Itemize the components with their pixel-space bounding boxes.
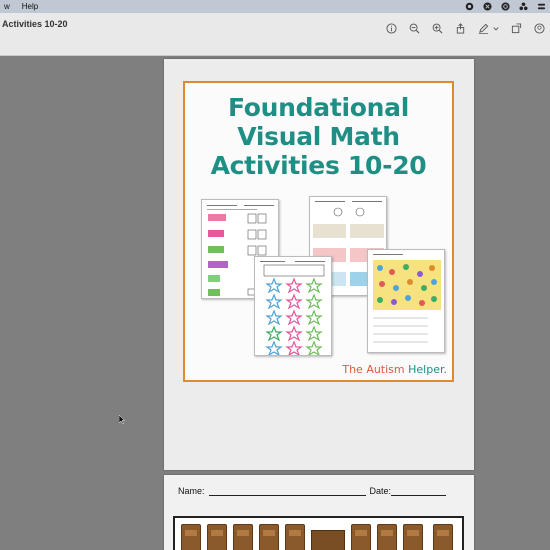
sync-icon[interactable] bbox=[501, 2, 510, 11]
cover-title-line-3: Activities 10-20 bbox=[210, 151, 427, 180]
name-line bbox=[208, 487, 366, 496]
name-label: Name: bbox=[178, 486, 205, 496]
status-icons bbox=[465, 0, 546, 13]
rotate-icon[interactable] bbox=[509, 21, 523, 35]
chair-image bbox=[259, 524, 279, 550]
zoom-in-icon[interactable] bbox=[430, 21, 444, 35]
chair-image bbox=[285, 524, 305, 550]
brand-part-2: Helper. bbox=[408, 363, 447, 376]
window-title: Activities 10-20 bbox=[2, 19, 68, 29]
chair-image bbox=[351, 524, 371, 550]
document-canvas[interactable]: Foundational Visual Math Activities 10-2… bbox=[0, 57, 550, 550]
pdf-page-cover[interactable]: Foundational Visual Math Activities 10-2… bbox=[164, 59, 474, 470]
markup-pen-icon[interactable] bbox=[476, 21, 490, 35]
search-icon[interactable] bbox=[532, 21, 546, 35]
info-icon[interactable] bbox=[384, 21, 398, 35]
cover-title-line-2: Visual Math bbox=[237, 122, 400, 151]
worksheet-thumbnail-pattern bbox=[367, 249, 445, 353]
menu-item-window[interactable]: w bbox=[4, 2, 10, 11]
chair-image bbox=[433, 524, 453, 550]
chair-image bbox=[233, 524, 253, 550]
chevron-down-icon[interactable] bbox=[492, 21, 500, 35]
cover-title: Foundational Visual Math Activities 10-2… bbox=[185, 93, 452, 180]
preview-toolbar: Activities 10-20 bbox=[0, 13, 550, 56]
brand-logo: The Autism Helper. bbox=[342, 363, 447, 376]
desk-image bbox=[311, 530, 345, 550]
mouse-cursor-icon bbox=[119, 415, 125, 424]
chair-image bbox=[181, 524, 201, 550]
brand-part-1: The Autism bbox=[342, 363, 405, 376]
cover-frame: Foundational Visual Math Activities 10-2… bbox=[183, 81, 454, 382]
zoom-out-icon[interactable] bbox=[407, 21, 421, 35]
cover-title-line-1: Foundational bbox=[228, 93, 409, 122]
share-icon[interactable] bbox=[453, 21, 467, 35]
date-label: Date: bbox=[369, 486, 392, 496]
menu-bar: w Help bbox=[0, 0, 550, 13]
menu-item-help[interactable]: Help bbox=[22, 2, 38, 11]
chair-image bbox=[403, 524, 423, 550]
pdf-page-worksheet[interactable]: Name: Date: bbox=[164, 475, 474, 550]
date-line bbox=[391, 487, 447, 496]
chair-image bbox=[377, 524, 397, 550]
name-date-row: Name: Date: bbox=[178, 486, 447, 496]
toolbar-tools bbox=[375, 21, 546, 35]
chairs-illustration bbox=[173, 516, 464, 550]
record-icon[interactable] bbox=[465, 2, 474, 11]
control-center-icon[interactable] bbox=[537, 2, 546, 11]
apps-icon[interactable] bbox=[519, 2, 528, 11]
chair-image bbox=[207, 524, 227, 550]
loom-icon[interactable] bbox=[483, 2, 492, 11]
worksheet-thumbnail-stars bbox=[254, 256, 332, 356]
